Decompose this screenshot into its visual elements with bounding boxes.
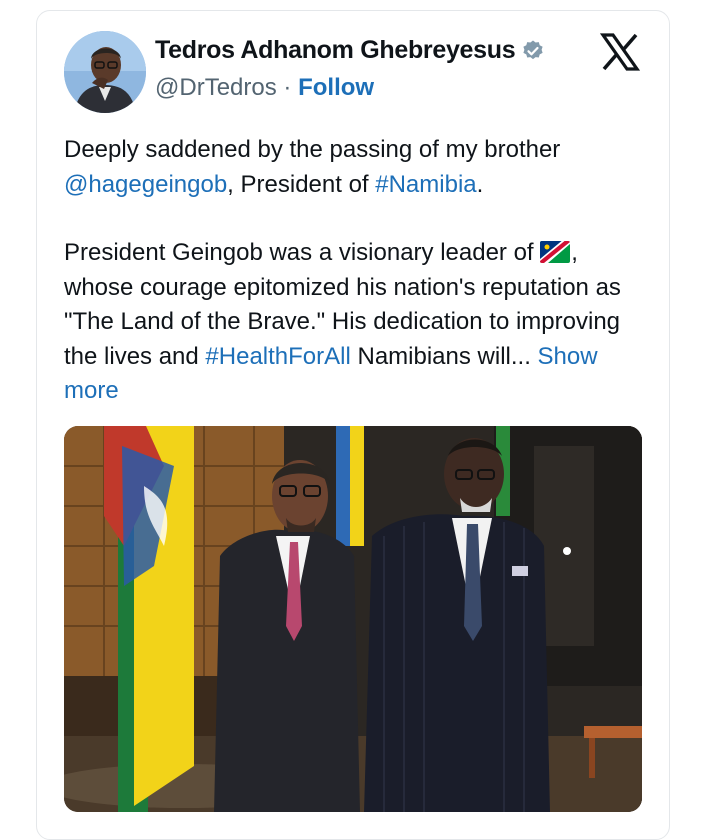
tweet-paragraph-1: Deeply saddened by the passing of my bro… <box>64 133 644 202</box>
hashtag-link-namibia[interactable]: #Namibia <box>375 171 476 198</box>
verified-badge-icon <box>523 40 543 59</box>
author-name-row[interactable]: Tedros Adhanom Ghebreyesus <box>155 36 545 65</box>
author-handle-row: @DrTedros · Follow <box>155 74 374 102</box>
tweet-paragraph-2: President Geingob was a visionary leader… <box>64 236 644 409</box>
hashtag-link-healthforall[interactable]: #HealthForAll <box>205 343 350 370</box>
text-segment: . <box>476 170 484 198</box>
author-name[interactable]: Tedros Adhanom Ghebreyesus <box>155 36 516 65</box>
text-segment: President Geingob was a visionary leader… <box>64 239 541 266</box>
photo-image <box>64 426 642 812</box>
author-avatar[interactable] <box>64 31 146 113</box>
tweet-text: Deeply saddened by the passing of my bro… <box>64 133 644 409</box>
text-segment: Namibians will... <box>350 342 538 370</box>
handle-separator: · <box>283 74 292 101</box>
x-logo-icon[interactable] <box>598 30 642 74</box>
follow-button[interactable]: Follow <box>298 74 374 101</box>
avatar-image <box>64 31 146 113</box>
author-handle[interactable]: @DrTedros <box>155 74 277 101</box>
tweet-photo[interactable] <box>64 426 642 812</box>
namibia-flag-icon <box>540 241 571 263</box>
text-segment: , President of <box>227 170 376 198</box>
mention-link[interactable]: @hagegeingob <box>64 171 227 198</box>
text-segment: Deeply saddened by the passing of my bro… <box>64 136 561 163</box>
